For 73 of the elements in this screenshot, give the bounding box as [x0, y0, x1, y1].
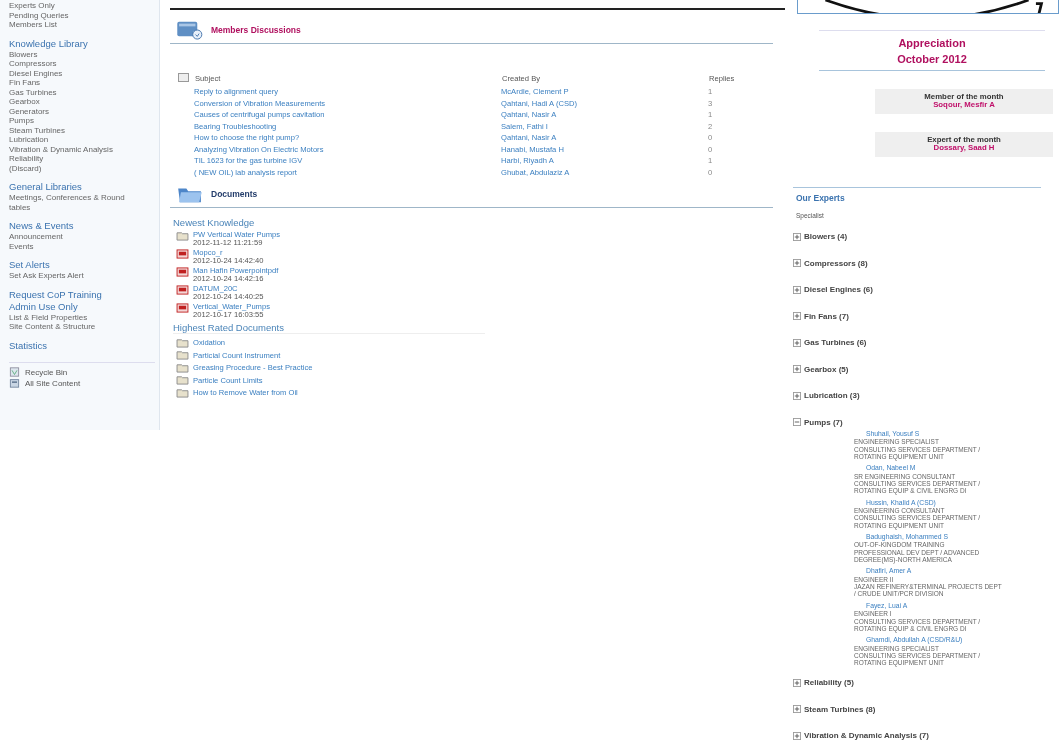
nav-link[interactable]: Gas Turbines — [9, 87, 134, 97]
expand-toggle[interactable] — [793, 418, 801, 427]
expand-toggle[interactable] — [793, 731, 801, 740]
nav-link[interactable]: Recycle Bin — [25, 367, 68, 377]
expand-toggle[interactable] — [793, 259, 801, 268]
category-label[interactable]: Compressors (8) — [804, 258, 868, 268]
nav-link[interactable]: (Discard) — [9, 163, 134, 173]
nav-heading[interactable]: Knowledge Library — [9, 37, 159, 50]
nav-heading[interactable]: Statistics — [9, 339, 159, 352]
category-label[interactable]: Fin Fans (7) — [804, 311, 849, 321]
nav-heading[interactable]: Admin Use Only — [9, 300, 159, 313]
expand-toggle[interactable] — [793, 678, 801, 687]
pdf-file-icon — [176, 249, 189, 259]
nav-heading[interactable]: News & Events — [9, 220, 159, 232]
nav-link[interactable]: Generators — [9, 106, 134, 116]
experts-heading: Our Experts — [793, 186, 1041, 203]
nav-link[interactable]: Fin Fans — [9, 78, 134, 88]
nav-link[interactable]: Experts Only — [9, 1, 134, 11]
expand-toggle[interactable] — [793, 338, 801, 347]
nav-link[interactable]: Blowers — [9, 49, 134, 59]
nav-link[interactable]: Set Ask Experts Alert — [9, 271, 134, 281]
pdf-file-icon — [176, 267, 189, 277]
nav-heading[interactable]: Request CoP Training — [9, 288, 159, 301]
folder-icon — [176, 337, 189, 348]
category-label[interactable]: Gearbox (5) — [804, 364, 849, 374]
panel-title: Members Discussions — [211, 25, 301, 35]
nav-link[interactable]: Diesel Engines — [9, 68, 134, 78]
folder-icon — [176, 231, 189, 241]
folder-icon — [176, 362, 189, 373]
folder-icon — [176, 350, 189, 361]
expand-toggle[interactable] — [793, 705, 801, 713]
category-label[interactable]: Blowers (4) — [804, 232, 848, 242]
appreciation-title: Appreciation — [897, 35, 967, 51]
nav-link[interactable]: All Site Content — [25, 378, 81, 388]
appreciation-month: October 2012 — [896, 51, 968, 67]
nav-link[interactable]: Vibration & Dynamic Analysis — [9, 144, 134, 154]
nav-link[interactable]: Announcement — [9, 232, 134, 242]
nav-link[interactable]: Gearbox — [9, 97, 134, 107]
category-label[interactable]: Vibration & Dynamic Analysis (7) — [804, 731, 929, 740]
nav-link[interactable]: Site Content & Structure — [9, 322, 134, 332]
nav-link[interactable]: Steam Turbines — [9, 125, 134, 135]
nav-link[interactable]: Members List — [9, 20, 134, 30]
category-label[interactable]: Pumps (7) — [804, 417, 843, 427]
expand-toggle[interactable] — [793, 232, 801, 241]
nav-link[interactable]: List & Field Properties — [9, 312, 134, 322]
category-label[interactable]: Lubrication (3) — [804, 391, 860, 401]
nav-heading[interactable]: Set Alerts — [9, 259, 159, 271]
nav-heading[interactable]: General Libraries — [9, 181, 159, 193]
folder-icon — [176, 387, 189, 398]
section-heading: Newest Knowledge — [173, 217, 256, 228]
expand-toggle[interactable] — [793, 285, 801, 294]
discussion-board-icon — [175, 20, 205, 40]
site-content-icon — [9, 378, 20, 388]
panel-title: Documents — [211, 189, 258, 199]
nav-link[interactable]: Reliability — [9, 154, 134, 164]
expand-toggle[interactable] — [793, 391, 801, 400]
section-heading: Highest Rated Documents — [173, 322, 485, 334]
nav-link[interactable]: Lubrication — [9, 135, 134, 145]
pdf-file-icon — [176, 303, 189, 313]
folder-icon — [176, 375, 189, 386]
select-all-checkbox[interactable] — [178, 73, 189, 82]
nav-link[interactable]: Events — [9, 241, 134, 251]
expand-toggle[interactable] — [793, 312, 801, 321]
nav-link[interactable]: Pumps — [9, 116, 134, 126]
category-label[interactable]: Gas Turbines (6) — [804, 338, 867, 348]
category-label[interactable]: Diesel Engines (6) — [804, 285, 873, 295]
nav-link[interactable]: Meetings, Conferences & Round tables — [9, 193, 134, 212]
nav-link[interactable]: Compressors — [9, 59, 134, 69]
category-label[interactable]: Reliability (5) — [804, 678, 854, 687]
nav-link[interactable]: Pending Queries — [9, 10, 134, 20]
pdf-file-icon — [176, 285, 189, 295]
expand-toggle[interactable] — [793, 365, 801, 374]
category-label[interactable]: Steam Turbines (8) — [804, 704, 876, 714]
